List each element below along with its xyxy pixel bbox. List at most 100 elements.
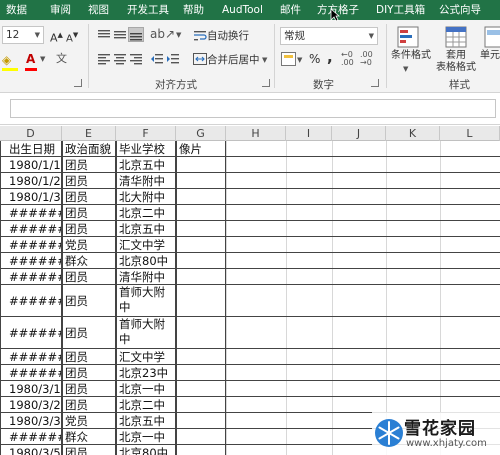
photo-cell[interactable] xyxy=(176,253,226,268)
ribbon-tab[interactable]: 公式向导 xyxy=(439,0,481,20)
alignment-dialog-launcher[interactable] xyxy=(262,79,270,87)
column-header-i[interactable]: I xyxy=(286,126,332,141)
align-left-icon[interactable] xyxy=(97,53,111,68)
shrink-font-button[interactable]: A▼ xyxy=(66,28,78,46)
table-cell[interactable]: 团员 xyxy=(62,365,116,380)
chevron-down-icon[interactable]: ▼ xyxy=(262,53,267,67)
wrap-text-button[interactable]: 自动换行 xyxy=(207,29,249,43)
worksheet-grid[interactable]: 出生日期 政治面貌 毕业学校 像片 1980/1/1 团员 北京五中 1980/1/2 团员 清华… xyxy=(0,141,500,455)
table-cell[interactable]: 1980/1/2 xyxy=(0,173,62,188)
align-top-icon[interactable] xyxy=(97,29,111,44)
table-cell[interactable]: 团员 xyxy=(62,157,116,172)
table-cell[interactable]: 首师大附中 xyxy=(116,285,176,316)
table-cell[interactable]: ######## xyxy=(0,221,62,236)
table-cell[interactable]: 团员 xyxy=(62,285,116,316)
photo-cell[interactable] xyxy=(176,173,226,188)
conditional-format-button[interactable]: 条件格式 xyxy=(389,50,433,62)
align-middle-icon[interactable] xyxy=(113,29,127,44)
table-cell[interactable]: 团员 xyxy=(62,221,116,236)
table-cell[interactable]: 北京二中 xyxy=(116,397,176,412)
percent-style-button[interactable]: % xyxy=(309,52,320,66)
table-cell[interactable]: 团员 xyxy=(62,269,116,284)
table-cell[interactable]: 1980/3/2 xyxy=(0,397,62,412)
table-cell[interactable]: 团员 xyxy=(62,189,116,204)
table-cell[interactable]: 北京23中 xyxy=(116,365,176,380)
table-cell[interactable]: 北京五中 xyxy=(116,157,176,172)
grow-font-button[interactable]: A▲ xyxy=(50,28,63,46)
number-dialog-launcher[interactable] xyxy=(371,79,379,87)
font-color-button[interactable]: A xyxy=(26,52,35,66)
column-header-h[interactable]: H xyxy=(226,126,286,141)
photo-cell[interactable] xyxy=(176,397,226,412)
ribbon-tab[interactable]: 数据 xyxy=(6,0,27,20)
table-cell[interactable]: 北京一中 xyxy=(116,429,176,444)
photo-cell[interactable] xyxy=(176,269,226,284)
table-format-button[interactable]: 套用 表格格式 xyxy=(433,50,479,74)
photo-cell[interactable] xyxy=(176,157,226,172)
table-cell[interactable]: 团员 xyxy=(62,445,116,455)
ribbon-tab[interactable]: DIY工具箱 xyxy=(376,0,425,20)
formula-input[interactable] xyxy=(10,99,496,118)
table-cell[interactable]: 北京五中 xyxy=(116,221,176,236)
table-cell[interactable]: 首师大附中 xyxy=(116,317,176,348)
table-cell[interactable]: 1980/3/1 xyxy=(0,381,62,396)
column-header-j[interactable]: J xyxy=(332,126,386,141)
photo-cell[interactable] xyxy=(176,189,226,204)
table-cell[interactable]: 团员 xyxy=(62,349,116,364)
table-cell[interactable]: ######## xyxy=(0,429,62,444)
photo-cell[interactable] xyxy=(176,221,226,236)
photo-cell[interactable] xyxy=(176,365,226,380)
table-cell[interactable]: ######## xyxy=(0,285,62,316)
ribbon-tab[interactable]: 开发工具 xyxy=(127,0,169,20)
cell-style-button[interactable]: 单元 xyxy=(480,50,500,62)
table-cell[interactable]: 汇文中学 xyxy=(116,237,176,252)
ribbon-tab[interactable]: 视图 xyxy=(88,0,109,20)
table-cell[interactable]: ######## xyxy=(0,365,62,380)
comma-style-button[interactable]: , xyxy=(327,50,333,65)
column-header-l[interactable]: L xyxy=(440,126,500,141)
number-format-dropdown[interactable]: 常规 ▼ xyxy=(280,27,378,45)
table-header-cell[interactable]: 像片 xyxy=(176,141,226,156)
column-header-e[interactable]: E xyxy=(62,126,116,141)
photo-cell[interactable] xyxy=(176,413,226,428)
table-cell[interactable]: 1980/3/3 xyxy=(0,413,62,428)
photo-cell[interactable] xyxy=(176,285,226,316)
table-cell[interactable]: 团员 xyxy=(62,381,116,396)
photo-cell[interactable] xyxy=(176,205,226,220)
ribbon-tab[interactable]: 邮件 xyxy=(280,0,301,20)
photo-cell[interactable] xyxy=(176,317,226,348)
table-header-cell[interactable]: 毕业学校 xyxy=(116,141,176,156)
decrease-indent-icon[interactable] xyxy=(150,53,164,68)
table-cell[interactable]: 党员 xyxy=(62,237,116,252)
table-cell[interactable]: 北京80中 xyxy=(116,445,176,455)
ribbon-tab[interactable]: 帮助 xyxy=(183,0,204,20)
column-header-g[interactable]: G xyxy=(176,126,226,141)
table-cell[interactable]: 1980/3/5 xyxy=(0,445,62,455)
table-cell[interactable]: 团员 xyxy=(62,317,116,348)
table-cell[interactable]: 北京五中 xyxy=(116,413,176,428)
chevron-down-icon[interactable]: ▼ xyxy=(297,53,302,67)
photo-cell[interactable] xyxy=(176,445,226,455)
font-size-dropdown[interactable]: 12 ▼ xyxy=(2,26,44,44)
photo-cell[interactable] xyxy=(176,349,226,364)
merge-center-button[interactable]: 合并后居中 xyxy=(207,53,260,67)
table-cell[interactable]: 清华附中 xyxy=(116,173,176,188)
table-header-cell[interactable]: 政治面貌 xyxy=(62,141,116,156)
table-cell[interactable]: 团员 xyxy=(62,173,116,188)
orientation-icon[interactable]: ab↗ xyxy=(150,27,175,41)
table-header-cell[interactable]: 出生日期 xyxy=(0,141,62,156)
photo-cell[interactable] xyxy=(176,381,226,396)
column-header-d[interactable]: D xyxy=(0,126,62,141)
table-cell[interactable]: ######## xyxy=(0,237,62,252)
column-header-f[interactable]: F xyxy=(116,126,176,141)
align-center-icon[interactable] xyxy=(113,53,127,68)
column-header-k[interactable]: K xyxy=(386,126,440,141)
ribbon-tab[interactable]: 审阅 xyxy=(50,0,71,20)
align-bottom-button[interactable] xyxy=(128,27,144,42)
phonetic-icon[interactable]: 文 xyxy=(56,52,67,66)
table-cell[interactable]: ######## xyxy=(0,253,62,268)
table-cell[interactable]: 北京一中 xyxy=(116,381,176,396)
table-cell[interactable]: 1980/1/1 xyxy=(0,157,62,172)
table-cell[interactable]: ######## xyxy=(0,317,62,348)
table-cell[interactable]: 群众 xyxy=(62,429,116,444)
